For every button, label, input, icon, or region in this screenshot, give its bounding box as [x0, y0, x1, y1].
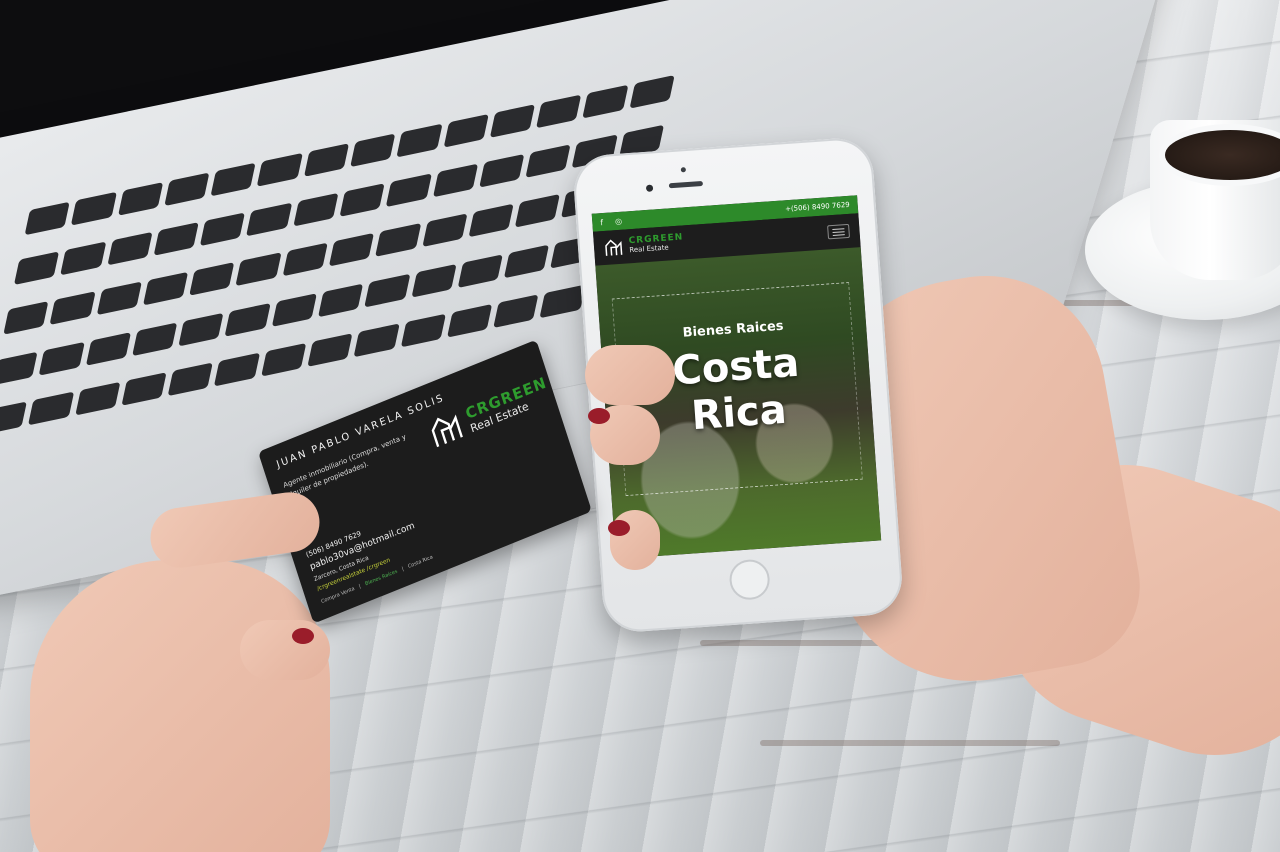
keyboard-key — [539, 284, 586, 319]
keyboard-key — [292, 193, 339, 227]
keyboard-key — [167, 362, 214, 396]
card-footer-item: Costa Rica — [407, 554, 434, 570]
site-logo[interactable]: CRGREEN Real Estate — [603, 232, 684, 257]
keyboard-key — [353, 323, 400, 357]
keyboard-key — [214, 352, 260, 387]
keyboard-key — [282, 242, 328, 277]
keyboard-key — [121, 371, 167, 406]
keyboard-key — [199, 212, 246, 247]
keyboard-key — [514, 194, 561, 228]
keyboard-key — [225, 302, 271, 337]
card-footer-divider: | — [401, 566, 405, 573]
keyboard-key — [468, 204, 514, 238]
keyboard-key — [421, 213, 468, 248]
menu-line — [832, 230, 845, 233]
keyboard-key — [96, 281, 142, 316]
fingernail — [292, 628, 314, 644]
keyboard-key — [13, 251, 60, 286]
menu-line — [832, 227, 845, 230]
wood-grain — [760, 740, 1060, 746]
keyboard-key — [400, 313, 446, 348]
left-finger — [240, 620, 330, 680]
keyboard-key — [478, 154, 525, 188]
keyboard-key — [60, 241, 106, 276]
keyboard-key — [446, 303, 493, 338]
keyboard-key — [235, 252, 282, 287]
keyboard-key — [271, 292, 318, 327]
menu-button[interactable] — [827, 223, 851, 240]
right-finger — [585, 345, 675, 405]
keyboard-key — [189, 262, 235, 297]
keyboard-key — [153, 222, 199, 257]
keyboard-key — [178, 312, 225, 347]
site-phone-number[interactable]: +(506) 8490 7629 — [785, 201, 850, 213]
keyboard-key — [385, 173, 432, 208]
keyboard-key — [493, 294, 539, 328]
keyboard-key — [328, 233, 375, 267]
keyboard-key — [38, 341, 85, 376]
home-button[interactable] — [728, 558, 771, 602]
building-logo-icon — [605, 239, 623, 256]
fingernail — [588, 408, 610, 424]
fingernail — [608, 520, 630, 536]
keyboard-key — [307, 333, 353, 367]
keyboard-key — [74, 381, 121, 416]
keyboard-key — [504, 244, 550, 278]
left-hand — [30, 560, 330, 852]
keyboard-key — [432, 163, 478, 198]
keyboard-key — [49, 291, 96, 326]
right-finger — [610, 510, 660, 570]
keyboard-key — [364, 273, 411, 308]
facebook-icon[interactable]: f — [600, 218, 603, 227]
keyboard-key — [525, 144, 571, 179]
keyboard-key — [457, 253, 504, 288]
card-footer-divider: | — [358, 583, 362, 590]
phone-speaker — [668, 180, 704, 189]
instagram-icon[interactable]: ◎ — [615, 216, 623, 225]
keyboard-key — [260, 342, 307, 377]
keyboard-key — [3, 301, 49, 336]
keyboard-key — [0, 401, 28, 435]
building-logo-icon — [431, 414, 463, 448]
card-logo: CRGREEN Real Estate — [426, 371, 554, 451]
keyboard-key — [339, 183, 385, 218]
photo-scene: f ◎ +(506) 8490 7629 CRGREEN Real Estate — [0, 0, 1280, 852]
phone-camera — [645, 184, 654, 192]
keyboard-key — [28, 391, 74, 426]
keyboard-key — [246, 202, 292, 237]
menu-line — [832, 233, 845, 236]
keyboard-key — [375, 223, 421, 258]
keyboard-key — [142, 272, 189, 306]
keyboard-key — [318, 283, 364, 317]
keyboard-key — [0, 351, 38, 385]
keyboard-key — [132, 322, 178, 356]
keyboard-key — [106, 232, 153, 266]
keyboard-key — [85, 331, 131, 366]
phone-sensor — [680, 167, 687, 173]
keyboard-key — [411, 263, 457, 298]
